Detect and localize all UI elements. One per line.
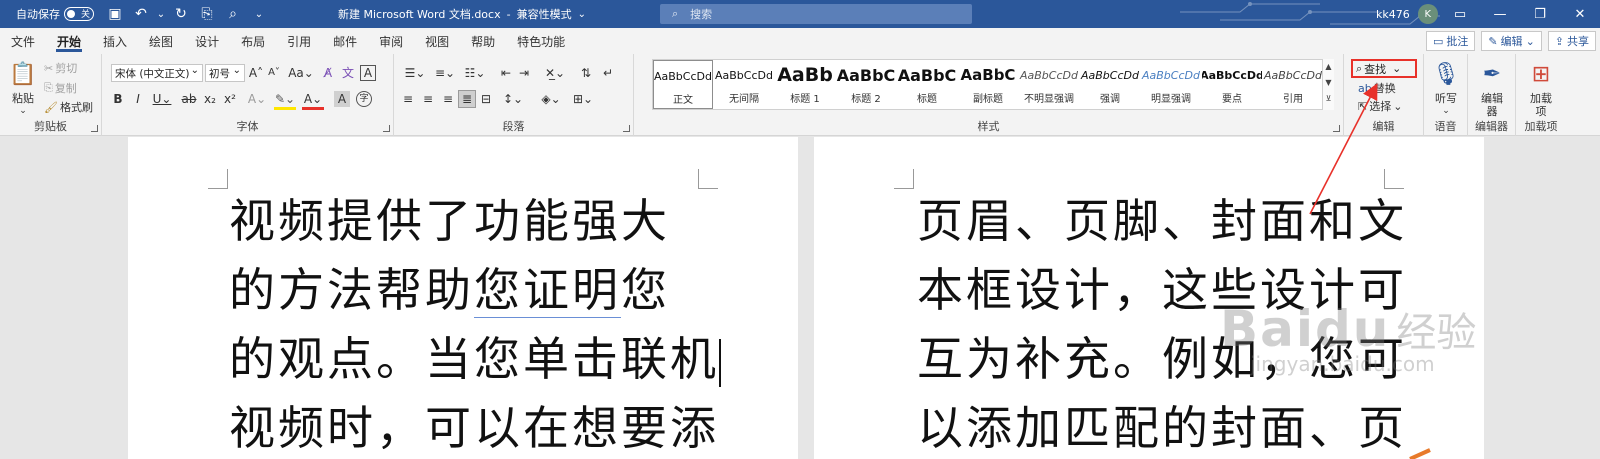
annotation-arrow bbox=[1309, 83, 1431, 459]
